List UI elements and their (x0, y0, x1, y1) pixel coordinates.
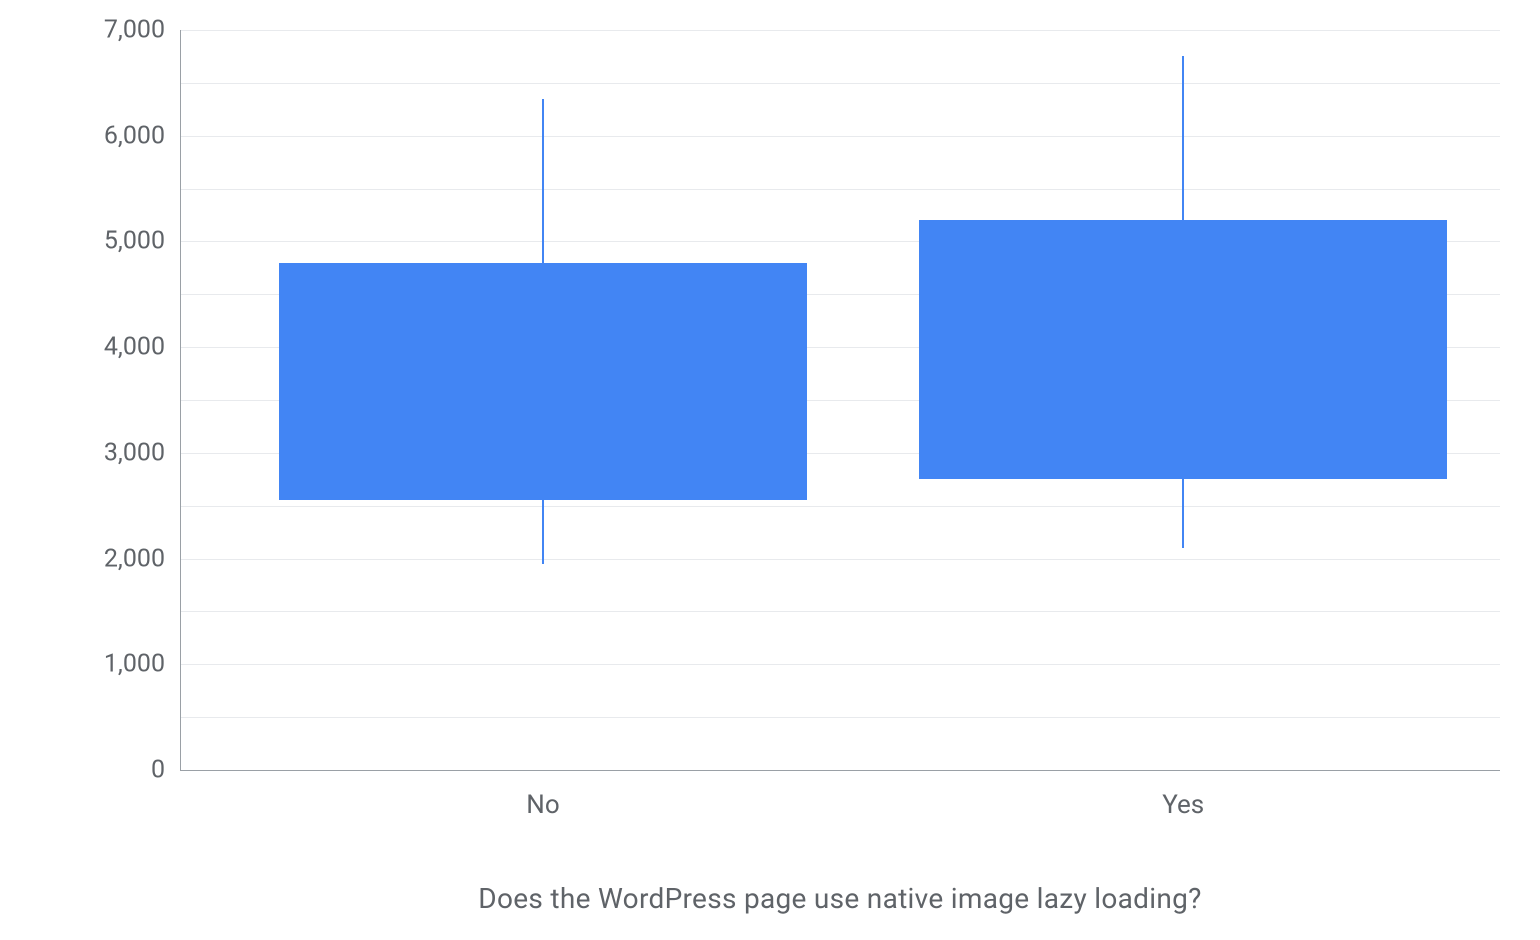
grid-line (180, 83, 1500, 84)
grid-line (180, 717, 1500, 718)
grid-line (180, 136, 1500, 137)
grid-line (180, 664, 1500, 665)
x-tick-label: No (443, 790, 643, 820)
y-tick-label: 0 (70, 756, 165, 785)
y-tick-label: 7,000 (70, 16, 165, 45)
y-tick-label: 6,000 (70, 121, 165, 150)
y-tick-label: 3,000 (70, 438, 165, 467)
x-axis-title: Does the WordPress page use native image… (180, 882, 1500, 915)
x-tick-label: Yes (1083, 790, 1283, 820)
box (919, 220, 1447, 479)
grid-line (180, 611, 1500, 612)
plot-area: 01,0002,0003,0004,0005,0006,0007,000NoYe… (180, 30, 1500, 770)
grid-line (180, 30, 1500, 31)
box (279, 263, 807, 501)
grid-line (180, 506, 1500, 507)
grid-line (180, 189, 1500, 190)
y-tick-label: 1,000 (70, 650, 165, 679)
chart-container: 75th percentile Largest Contentful Paint… (0, 0, 1540, 940)
y-axis-line (180, 30, 181, 770)
y-tick-label: 2,000 (70, 544, 165, 573)
grid-line (180, 559, 1500, 560)
y-tick-label: 5,000 (70, 227, 165, 256)
y-tick-label: 4,000 (70, 333, 165, 362)
x-axis-line (180, 770, 1500, 771)
